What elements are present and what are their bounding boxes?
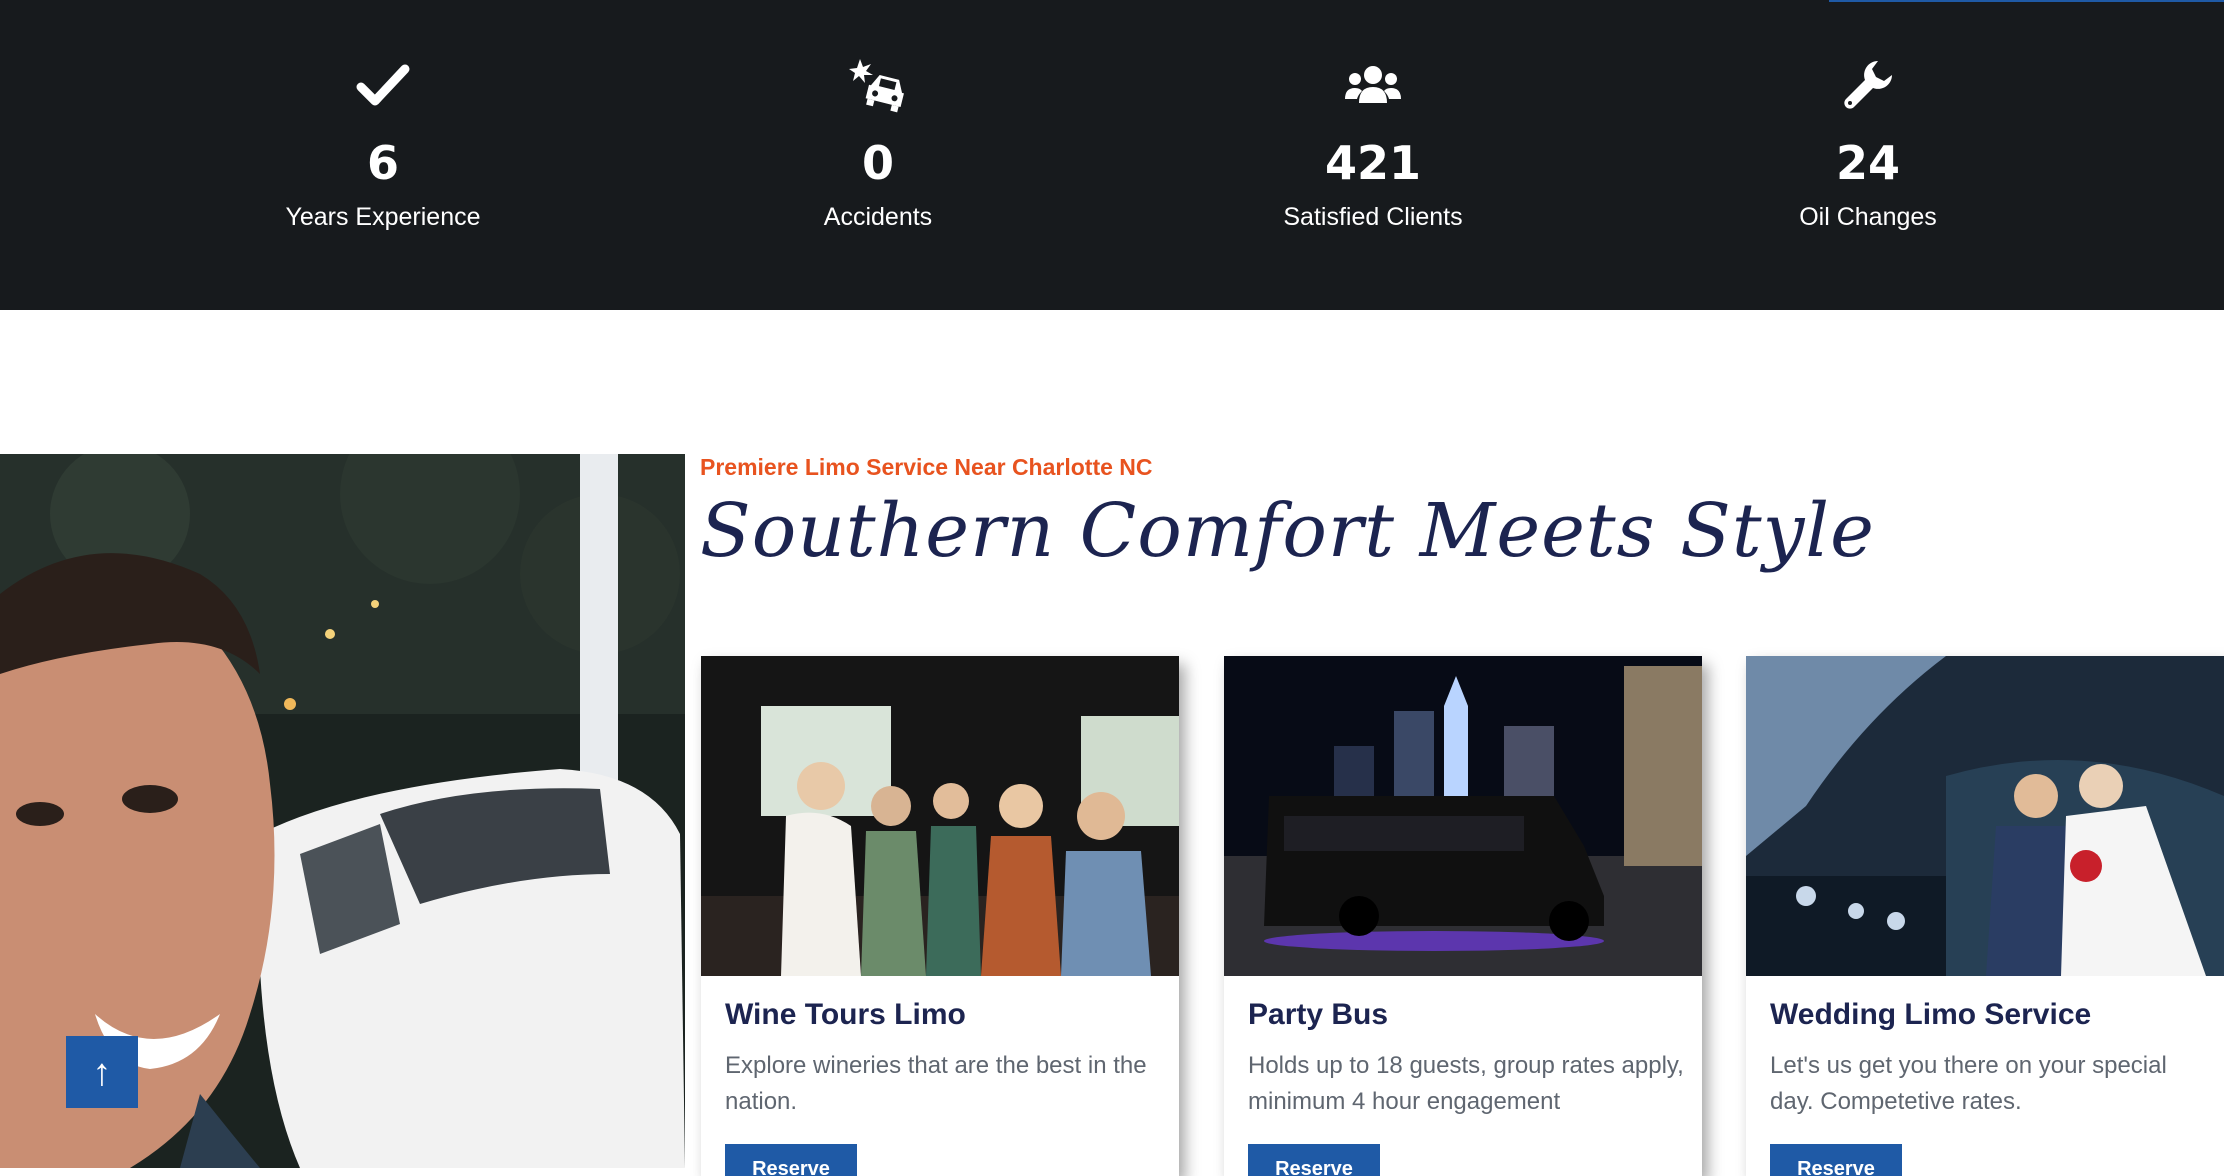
stat-label: Oil Changes	[1799, 203, 1937, 231]
stat-value: 0	[861, 136, 894, 190]
top-accent-line	[1829, 0, 2224, 2]
check-icon	[356, 64, 410, 106]
card-title: Party Bus	[1248, 998, 1389, 1031]
wrench-icon	[1844, 61, 1892, 109]
stat-value: 24	[1835, 136, 1900, 190]
users-icon	[1345, 66, 1401, 103]
stats-bar: 6 Years Experience 0 Accidents 421 Satis…	[0, 0, 2224, 310]
stat-label: Satisfied Clients	[1283, 203, 1463, 231]
stat-label: Accidents	[823, 203, 933, 231]
card-title: Wedding Limo Service	[1770, 998, 2092, 1031]
party-bus-image	[1224, 656, 1702, 976]
stat-value: 421	[1324, 136, 1422, 190]
stat-value: 6	[366, 136, 399, 190]
stat-label: Years Experience	[285, 203, 481, 231]
car-crash-icon	[849, 59, 904, 113]
service-card-wedding-limo[interactable]: Wedding Limo Service Let's us get you th…	[1746, 656, 2224, 1176]
reserve-button[interactable]: Reserve	[1770, 1144, 1902, 1176]
card-description: Holds up to 18 guests, group rates apply…	[1248, 1052, 1684, 1115]
back-to-top-button[interactable]: ↑	[66, 1036, 138, 1108]
section-headline: Southern Comfort Meets Style	[700, 488, 1875, 574]
wine-tours-image	[701, 656, 1179, 976]
section-eyebrow: Premiere Limo Service Near Charlotte NC	[700, 454, 1153, 480]
wedding-limo-image	[1746, 656, 2224, 976]
reserve-button[interactable]: Reserve	[725, 1144, 857, 1176]
service-card-party-bus[interactable]: Party Bus Holds up to 18 guests, group r…	[1224, 656, 1702, 1176]
card-description: Let's us get you there on your special d…	[1770, 1052, 2167, 1115]
reserve-button[interactable]: Reserve	[1248, 1144, 1380, 1176]
card-description: Explore wineries that are the best in th…	[725, 1052, 1147, 1115]
card-title: Wine Tours Limo	[725, 998, 966, 1031]
service-card-wine-tours[interactable]: Wine Tours Limo Explore wineries that ar…	[701, 656, 1179, 1176]
